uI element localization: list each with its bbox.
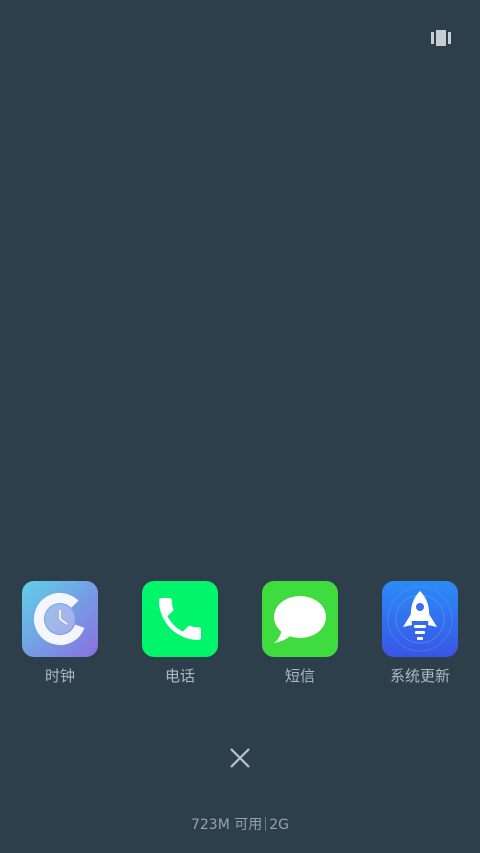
recent-apps-screen: 时钟 电话 短信 系统更新 723M 可用 2G xyxy=(0,0,480,853)
memory-available: 723M 可用 xyxy=(190,817,263,833)
clock-app-icon xyxy=(22,581,98,657)
app-system-update[interactable]: 系统更新 xyxy=(370,581,470,685)
memory-info: 723M 可用 2G xyxy=(0,816,480,834)
app-label: 短信 xyxy=(284,667,315,685)
app-phone[interactable]: 电话 xyxy=(130,581,230,685)
system-update-app-icon xyxy=(382,581,458,657)
recent-apps-row: 时钟 电话 短信 系统更新 xyxy=(0,581,480,691)
clear-all-button[interactable] xyxy=(228,746,252,770)
card-view-icon xyxy=(431,30,451,46)
app-label: 时钟 xyxy=(44,667,75,685)
memory-total: 2G xyxy=(269,817,290,833)
app-label: 电话 xyxy=(164,667,195,685)
close-icon xyxy=(230,748,250,768)
app-clock[interactable]: 时钟 xyxy=(10,581,110,685)
card-view-toggle[interactable] xyxy=(431,30,451,46)
messages-app-icon xyxy=(262,581,338,657)
app-label: 系统更新 xyxy=(389,667,450,685)
memory-divider xyxy=(265,817,267,831)
phone-app-icon xyxy=(142,581,218,657)
app-messages[interactable]: 短信 xyxy=(250,581,350,685)
